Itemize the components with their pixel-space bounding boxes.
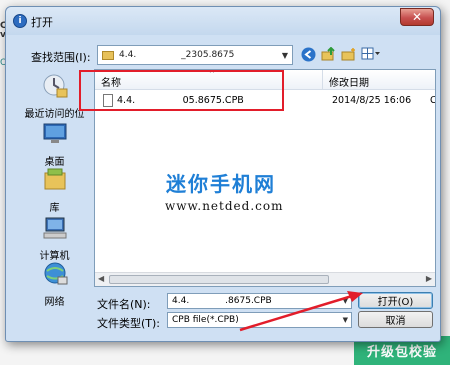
recent-places-icon [43,74,67,98]
view-grid-icon [361,47,380,60]
dialog-toolbar [300,46,382,62]
network-icon [44,262,67,285]
look-in-dropdown[interactable]: 4.4. _2305.8675 ▼ [97,45,293,65]
up-folder-button[interactable] [320,46,336,62]
file-date: 2014/8/25 16:06 [332,95,412,106]
computer-icon [43,217,66,239]
dialog-app-icon: i [13,14,27,28]
file-type-value: CPB file(*.CPB) [172,315,239,325]
place-label: 计算机 [39,251,70,262]
back-button[interactable] [300,46,316,62]
new-folder-button[interactable] [340,46,356,62]
file-name-input[interactable]: 4.4. .8675.CPB ▼ [167,293,352,309]
view-menu-button[interactable] [360,46,382,62]
chevron-down-icon: ▼ [342,316,348,324]
file-name-value: 4.4. .8675.CPB [172,296,272,306]
open-button[interactable]: 打开(O) [358,292,433,309]
scroll-right-icon[interactable]: ▶ [426,274,432,283]
place-computer[interactable]: 计算机 [20,215,89,262]
look-in-value: 4.4. _2305.8675 [119,50,235,60]
dialog-title: 打开 [31,16,53,29]
scroll-left-icon[interactable]: ◀ [98,274,104,283]
file-type-dropdown[interactable]: CPB file(*.CPB) ▼ [167,312,352,328]
cancel-button[interactable]: 取消 [358,311,433,328]
folder-icon [102,50,114,60]
scrollbar-thumb[interactable] [109,275,329,284]
watermark-url: www.netded.com [165,199,284,213]
desktop-icon [43,123,66,143]
horizontal-scrollbar[interactable]: ◀ ▶ [95,272,435,286]
place-label: 库 [49,203,60,214]
highlight-box [79,70,284,111]
up-folder-icon [321,46,335,60]
title-bar: i 打开 ✕ [6,7,440,35]
file-name-label: 文件名(N): [97,298,151,311]
place-libraries[interactable]: 库 [20,167,89,214]
column-separator[interactable] [322,70,323,90]
libraries-icon [44,168,65,190]
watermark-text: 迷你手机网 [166,172,276,196]
place-label: 桌面 [44,157,65,168]
chevron-down-icon: ▼ [281,51,288,60]
chevron-down-icon[interactable]: ▼ [343,297,348,305]
open-file-dialog: i 打开 ✕ 查找范围(I): 4.4. _2305.8675 ▼ 最近访问的位… [5,6,441,342]
new-folder-icon [341,47,355,60]
place-network[interactable]: 网络 [20,261,89,308]
back-arrow-icon [301,47,315,61]
file-type-label: 文件类型(T): [97,317,161,330]
look-in-label: 查找范围(I): [31,51,91,64]
place-label: 网络 [44,297,65,308]
place-desktop[interactable]: 桌面 [20,121,89,168]
file-extra-column: C [430,95,436,106]
close-button[interactable]: ✕ [400,8,434,26]
column-header-date[interactable]: 修改日期 [329,74,369,89]
